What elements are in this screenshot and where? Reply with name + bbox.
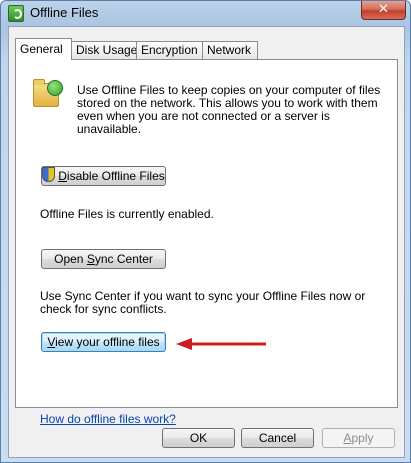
tab-general[interactable]: General <box>15 38 72 60</box>
uac-shield-icon <box>42 167 56 182</box>
disable-button-label: isable Offline Files <box>66 169 165 183</box>
sync-button-mnemonic: S <box>86 252 95 266</box>
window-title: Offline Files <box>30 5 99 20</box>
offline-status-text: Offline Files is currently enabled. <box>40 207 214 221</box>
dialog-client-area: General Disk Usage Encryption Network Us… <box>8 26 405 458</box>
tab-disk-usage[interactable]: Disk Usage <box>71 41 139 59</box>
offline-files-app-icon <box>8 5 24 22</box>
cancel-button[interactable]: Cancel <box>241 428 314 448</box>
close-button[interactable]: ✕ <box>361 1 406 20</box>
offline-files-window: Offline Files ✕ General Disk Usage Encry… <box>0 0 411 463</box>
tab-network[interactable]: Network <box>202 41 258 59</box>
red-arrow-annotation <box>176 338 266 350</box>
arrow-head <box>176 338 192 350</box>
ok-button[interactable]: OK <box>162 428 235 448</box>
general-tab-panel: Use Offline Files to keep copies on your… <box>15 59 398 426</box>
disable-offline-files-button[interactable]: Disable Offline Files <box>41 166 166 186</box>
disable-button-mnemonic: D <box>58 169 67 183</box>
sync-badge-icon <box>47 80 63 96</box>
title-bar[interactable]: Offline Files ✕ <box>1 1 410 25</box>
view-offline-files-button[interactable]: View your offline files <box>41 332 166 352</box>
apply-button-label: pply <box>351 431 374 445</box>
apply-button[interactable]: Apply <box>322 428 395 448</box>
view-button-label: iew your offline files <box>55 335 160 349</box>
apply-button-mnemonic: A <box>343 431 352 445</box>
offline-files-description: Use Offline Files to keep copies on your… <box>77 83 381 136</box>
help-link[interactable]: How do offline files work? <box>40 412 176 426</box>
sync-button-label-pre: Open <box>54 252 87 266</box>
tab-encryption[interactable]: Encryption <box>136 41 204 59</box>
sync-center-description: Use Sync Center if you want to sync your… <box>40 289 366 316</box>
sync-button-label-post: ync Center <box>94 252 153 266</box>
open-sync-center-button[interactable]: Open Sync Center <box>41 249 166 269</box>
view-button-mnemonic: V <box>47 335 56 349</box>
